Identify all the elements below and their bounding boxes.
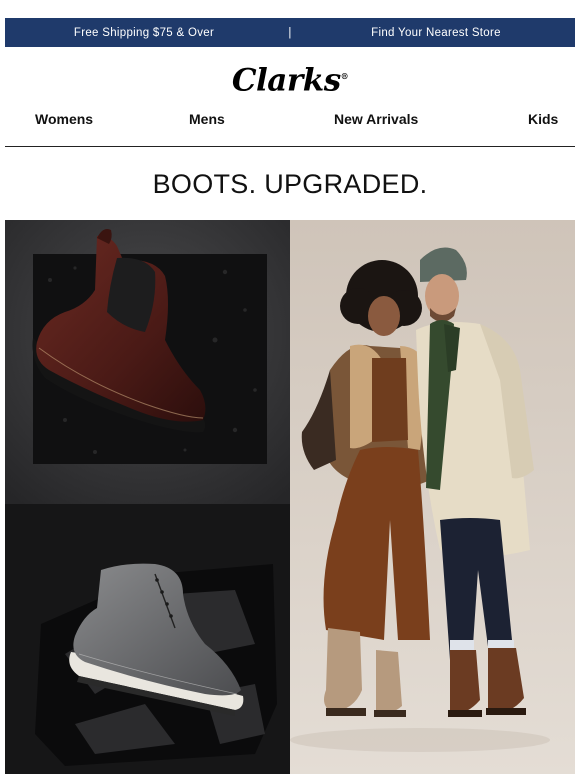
header-divider (5, 146, 575, 147)
chelsea-boot-image[interactable] (5, 220, 290, 504)
headline: BOOTS. UPGRADED. (152, 169, 428, 199)
registered-mark: ® (340, 71, 349, 81)
chukka-boot-illustration (5, 504, 290, 774)
nav-womens[interactable]: Womens (35, 108, 93, 130)
nav-kids[interactable]: Kids (528, 108, 558, 130)
promo-bar: Free Shipping $75 & Over | Find Your Nea… (5, 18, 575, 47)
chelsea-boot-illustration (5, 220, 290, 504)
email-page: Free Shipping $75 & Over | Find Your Nea… (0, 0, 580, 774)
clarks-logo[interactable]: Clarks® (0, 56, 580, 99)
main-nav: Womens Mens New Arrivals Kids (0, 108, 580, 130)
couple-illustration (290, 220, 575, 774)
logo-wordmark: Clarks (231, 62, 341, 99)
nav-mens[interactable]: Mens (189, 108, 225, 130)
free-shipping-link[interactable]: Free Shipping $75 & Over (5, 27, 283, 39)
promo-separator: | (288, 26, 292, 39)
nav-new-arrivals[interactable]: New Arrivals (334, 108, 418, 130)
chukka-boot-image[interactable] (5, 504, 290, 774)
couple-lifestyle-image[interactable] (290, 220, 575, 774)
hero-image-grid[interactable] (5, 220, 575, 774)
find-store-link[interactable]: Find Your Nearest Store (297, 27, 575, 39)
